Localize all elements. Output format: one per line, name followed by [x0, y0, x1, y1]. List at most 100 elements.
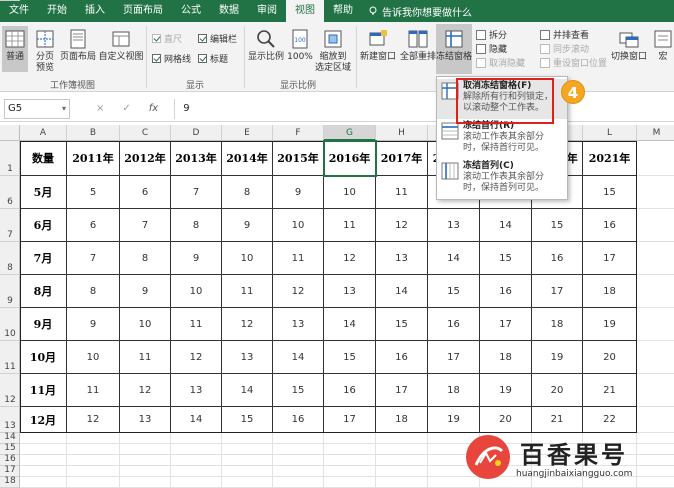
row-header-6[interactable]: 6 [0, 176, 20, 209]
formula-bar-checkbox[interactable]: 编辑栏 [198, 32, 237, 45]
empty-cell[interactable] [171, 466, 222, 477]
table-cell[interactable]: 7 [171, 176, 222, 209]
table-cell[interactable]: 14 [171, 407, 222, 433]
tab-1[interactable]: 开始 [38, 0, 76, 22]
table-cell[interactable]: 8 [120, 242, 171, 275]
row-header-10[interactable]: 10 [0, 308, 20, 341]
zoom-to-selection-button[interactable]: 缩放到 选定区域 [314, 28, 352, 74]
table-cell[interactable]: 6 [67, 209, 120, 242]
tab-7[interactable]: 视图 [286, 0, 324, 22]
empty-cell[interactable] [324, 455, 376, 466]
empty-cell[interactable] [120, 477, 171, 488]
empty-cell[interactable] [376, 433, 428, 444]
table-cell[interactable]: 5月 [20, 176, 67, 209]
table-cell[interactable]: 17 [532, 275, 583, 308]
empty-cell[interactable] [20, 477, 67, 488]
empty-cell[interactable] [20, 444, 67, 455]
table-cell[interactable]: 13 [222, 341, 273, 374]
table-cell[interactable]: 19 [532, 341, 583, 374]
table-cell[interactable]: 8 [171, 209, 222, 242]
table-cell[interactable]: 19 [428, 407, 480, 433]
row-header-19[interactable]: 19 [0, 0, 20, 1]
headings-checkbox[interactable]: 标题 [198, 52, 228, 65]
table-cell[interactable]: 7 [67, 242, 120, 275]
table-cell[interactable]: 16 [480, 275, 532, 308]
empty-cell[interactable] [637, 275, 674, 308]
tab-8[interactable]: 帮助 [324, 0, 362, 22]
row-header-7[interactable]: 7 [0, 209, 20, 242]
select-all-corner[interactable] [0, 125, 20, 141]
table-cell[interactable]: 15 [222, 407, 273, 433]
table-header-cell[interactable]: 数量 [20, 141, 67, 176]
tab-4[interactable]: 公式 [172, 0, 210, 22]
row-header-18[interactable]: 18 [0, 476, 20, 488]
table-header-cell[interactable]: 2013年 [171, 141, 222, 176]
table-cell[interactable]: 10 [120, 308, 171, 341]
table-cell[interactable]: 14 [324, 308, 376, 341]
table-cell[interactable]: 13 [428, 209, 480, 242]
table-cell[interactable]: 14 [222, 374, 273, 407]
gridlines-checkbox[interactable]: 网格线 [152, 52, 191, 65]
table-cell[interactable]: 22 [583, 407, 637, 433]
table-cell[interactable]: 6月 [20, 209, 67, 242]
table-header-cell[interactable]: 2016年 [324, 141, 376, 176]
table-cell[interactable]: 11月 [20, 374, 67, 407]
row-header-13[interactable]: 13 [0, 407, 20, 433]
switch-windows-button[interactable]: 切换窗口 [610, 28, 648, 63]
column-header-M[interactable]: M [637, 125, 674, 141]
table-cell[interactable]: 7 [120, 209, 171, 242]
table-cell[interactable]: 8 [222, 176, 273, 209]
table-cell[interactable]: 9 [222, 209, 273, 242]
enter-icon[interactable]: ✓ [122, 103, 130, 114]
empty-cell[interactable] [637, 308, 674, 341]
tab-2[interactable]: 插入 [76, 0, 114, 22]
empty-cell[interactable] [222, 466, 273, 477]
empty-cell[interactable] [222, 444, 273, 455]
page-break-preview-button[interactable]: 分页 预览 [32, 28, 58, 74]
formula-input[interactable]: 9 [174, 98, 674, 119]
row-header-1[interactable]: 1 [0, 141, 20, 176]
empty-cell[interactable] [171, 444, 222, 455]
table-cell[interactable]: 5 [67, 176, 120, 209]
table-cell[interactable]: 13 [324, 275, 376, 308]
table-cell[interactable]: 14 [273, 341, 324, 374]
table-cell[interactable]: 10 [324, 176, 376, 209]
macros-button[interactable]: 宏 [652, 28, 674, 63]
table-cell[interactable]: 17 [583, 242, 637, 275]
empty-cell[interactable] [324, 466, 376, 477]
name-box[interactable]: G5 [4, 98, 70, 119]
empty-cell[interactable] [273, 477, 324, 488]
side-by-side-button[interactable]: 并排查看 [540, 28, 589, 41]
table-cell[interactable]: 21 [583, 374, 637, 407]
table-cell[interactable]: 11 [67, 374, 120, 407]
table-cell[interactable]: 11 [171, 308, 222, 341]
tell-me-search[interactable]: 告诉我你想要做什么 [368, 4, 472, 19]
row-header-8[interactable]: 8 [0, 242, 20, 275]
row-header-12[interactable]: 12 [0, 374, 20, 407]
empty-cell[interactable] [637, 141, 674, 176]
empty-cell[interactable] [376, 444, 428, 455]
empty-cell[interactable] [324, 477, 376, 488]
table-cell[interactable]: 11 [120, 341, 171, 374]
table-cell[interactable]: 9 [273, 176, 324, 209]
table-cell[interactable]: 12 [273, 275, 324, 308]
table-cell[interactable]: 20 [480, 407, 532, 433]
table-cell[interactable]: 15 [428, 275, 480, 308]
empty-cell[interactable] [273, 455, 324, 466]
table-cell[interactable]: 17 [480, 308, 532, 341]
table-cell[interactable]: 11 [273, 242, 324, 275]
table-cell[interactable]: 21 [532, 407, 583, 433]
table-cell[interactable]: 10 [222, 242, 273, 275]
insert-function-icon[interactable]: fx [149, 103, 158, 114]
table-cell[interactable]: 17 [376, 374, 428, 407]
table-cell[interactable]: 12 [376, 209, 428, 242]
table-cell[interactable]: 14 [376, 275, 428, 308]
empty-cell[interactable] [222, 433, 273, 444]
table-cell[interactable]: 11 [376, 176, 428, 209]
normal-view-button[interactable]: 普通 [2, 26, 28, 72]
page-layout-button[interactable]: 页面布局 [60, 28, 96, 63]
table-cell[interactable]: 11 [324, 209, 376, 242]
empty-cell[interactable] [273, 433, 324, 444]
table-cell[interactable]: 15 [324, 341, 376, 374]
empty-cell[interactable] [376, 477, 428, 488]
